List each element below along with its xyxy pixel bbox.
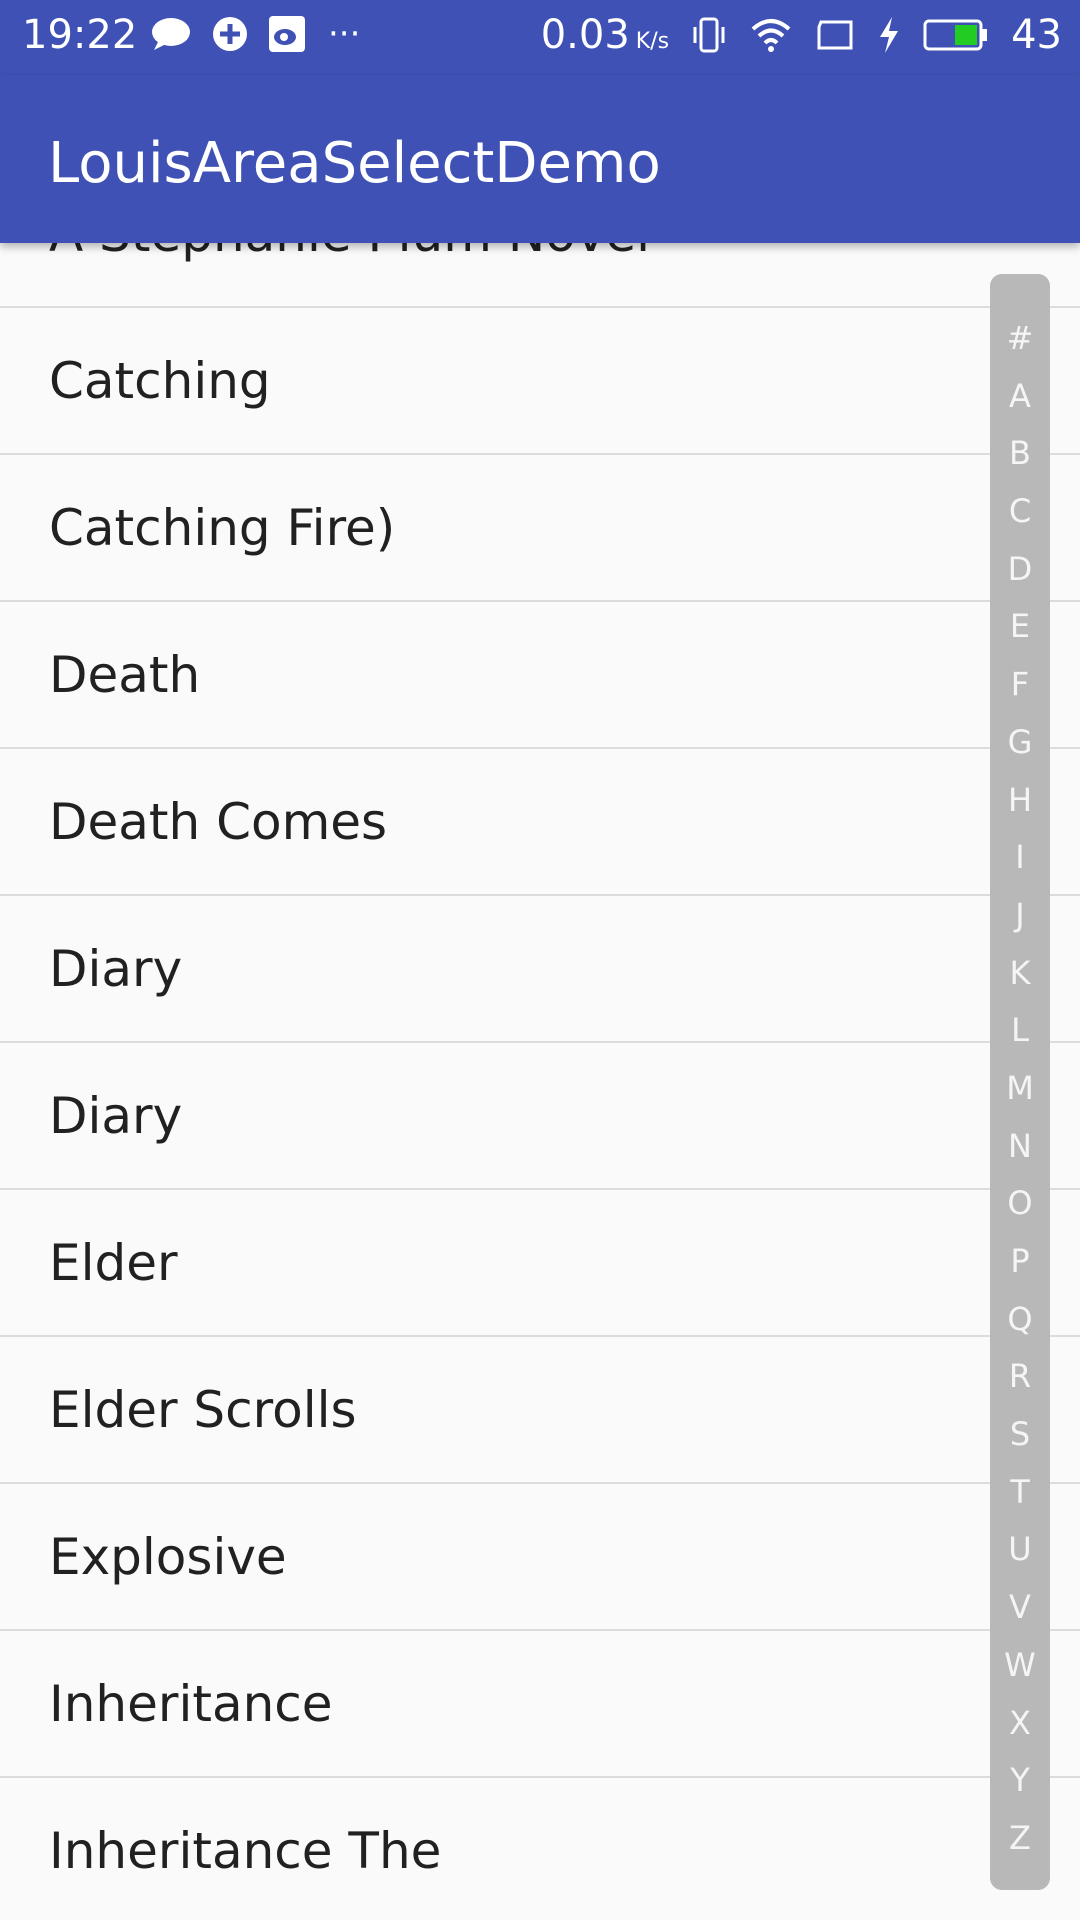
list-item-label: Death Comes xyxy=(49,792,388,851)
list-item[interactable]: Inheritance The xyxy=(0,1778,1080,1920)
list-item-label: A Stephanie Plum Novel xyxy=(49,243,650,263)
status-right: 0.03 K/s 43 xyxy=(541,12,1062,58)
index-letter[interactable]: K xyxy=(990,945,1050,1003)
list-item-label: Catching xyxy=(49,351,271,410)
index-letter[interactable]: L xyxy=(990,1002,1050,1060)
list-item[interactable]: Explosive xyxy=(0,1484,1080,1631)
list-item[interactable]: Elder xyxy=(0,1190,1080,1337)
index-letter[interactable]: M xyxy=(990,1060,1050,1118)
charging-icon xyxy=(877,16,901,54)
index-letter[interactable]: Z xyxy=(990,1810,1050,1868)
index-letter[interactable]: F xyxy=(990,656,1050,714)
battery-level-fill xyxy=(955,25,978,45)
list-item-label: Death xyxy=(49,645,201,704)
index-letter[interactable]: Y xyxy=(990,1752,1050,1810)
index-letter[interactable]: R xyxy=(990,1348,1050,1406)
list-item-label: Diary xyxy=(49,1086,183,1145)
list-item-label: Explosive xyxy=(49,1527,287,1586)
index-letter[interactable]: I xyxy=(990,829,1050,887)
list-item[interactable]: Death Comes xyxy=(0,749,1080,896)
list-item[interactable]: Catching xyxy=(0,308,1080,455)
index-letter[interactable]: W xyxy=(990,1637,1050,1695)
index-letter[interactable]: D xyxy=(990,541,1050,599)
index-letter[interactable]: B xyxy=(990,425,1050,483)
list-item[interactable]: Inheritance xyxy=(0,1631,1080,1778)
network-speed: 0.03 K/s xyxy=(541,12,669,58)
app-title: LouisAreaSelectDemo xyxy=(48,131,661,196)
list-item-label: Inheritance The xyxy=(49,1821,442,1880)
list-item[interactable]: Diary xyxy=(0,896,1080,1043)
alphabet-index-bar[interactable]: # A B C D E F G H I J K L M N O P Q R S T U V W X Y Z xyxy=(990,274,1050,1890)
index-letter[interactable]: X xyxy=(990,1695,1050,1753)
list-item[interactable]: Diary xyxy=(0,1043,1080,1190)
list-item[interactable]: Elder Scrolls xyxy=(0,1337,1080,1484)
status-time: 19:22 xyxy=(22,12,138,58)
index-letter[interactable]: G xyxy=(990,714,1050,772)
list-item-label: Diary xyxy=(49,939,183,998)
app-bar: LouisAreaSelectDemo xyxy=(0,75,1080,243)
list-item-label: Catching Fire) xyxy=(49,498,396,557)
index-letter[interactable]: V xyxy=(990,1579,1050,1637)
battery-level: 43 xyxy=(1011,12,1062,58)
battery-icon xyxy=(923,18,989,52)
index-letter[interactable]: E xyxy=(990,598,1050,656)
item-list[interactable]: A Stephanie Plum Novel Catching Catching… xyxy=(0,243,1080,1920)
list-item[interactable]: A Stephanie Plum Novel xyxy=(0,243,1080,308)
index-letter[interactable]: S xyxy=(990,1406,1050,1464)
list-item[interactable]: Catching Fire) xyxy=(0,455,1080,602)
list-item-label: Elder xyxy=(49,1233,178,1292)
wifi-icon xyxy=(749,17,793,53)
item-list-content: A Stephanie Plum Novel Catching Catching… xyxy=(0,243,1080,1920)
network-speed-unit: K/s xyxy=(635,29,670,54)
list-item-label: Inheritance xyxy=(49,1674,333,1733)
index-letter[interactable]: H xyxy=(990,772,1050,830)
index-letter[interactable]: A xyxy=(990,368,1050,426)
index-letter[interactable]: # xyxy=(990,310,1050,368)
index-letter[interactable]: U xyxy=(990,1521,1050,1579)
index-letter[interactable]: N xyxy=(990,1118,1050,1176)
list-item[interactable]: Death xyxy=(0,602,1080,749)
index-letter[interactable]: O xyxy=(990,1175,1050,1233)
notification-icons: ··· xyxy=(150,14,360,54)
index-letter[interactable]: P xyxy=(990,1233,1050,1291)
index-letter[interactable]: J xyxy=(990,887,1050,945)
network-speed-value: 0.03 xyxy=(540,12,630,58)
status-bar: 19:22 ··· 0.03 K/s 43 xyxy=(0,0,1080,75)
more-notifications-icon: ··· xyxy=(328,14,361,54)
list-item-label: Elder Scrolls xyxy=(49,1380,357,1439)
alphabet-index-letters: # A B C D E F G H I J K L M N O P Q R S T U V W X Y Z xyxy=(990,310,1050,1868)
index-letter[interactable]: Q xyxy=(990,1291,1050,1349)
index-letter[interactable]: T xyxy=(990,1464,1050,1522)
sync-app-icon xyxy=(210,14,250,54)
chat-bubble-icon xyxy=(150,16,192,52)
weibo-icon xyxy=(268,15,306,53)
screen-rotate-icon xyxy=(815,19,855,51)
index-letter[interactable]: C xyxy=(990,483,1050,541)
vibrate-icon xyxy=(691,15,727,55)
